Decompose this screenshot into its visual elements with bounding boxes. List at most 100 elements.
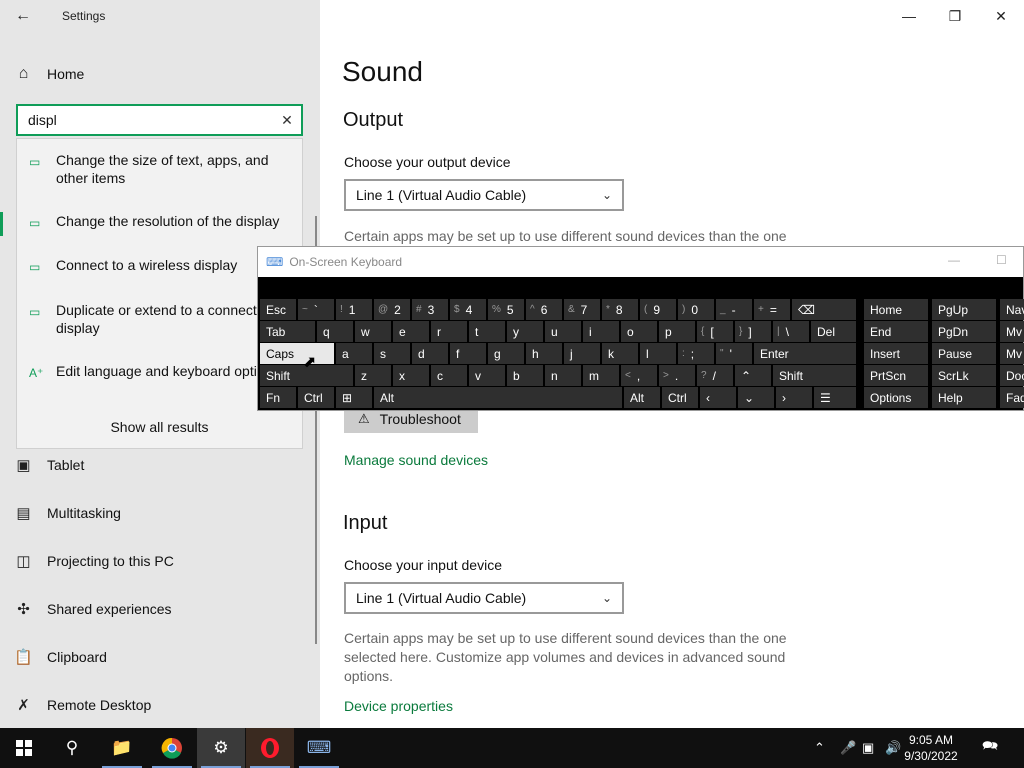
arrow-left-icon[interactable]: ‹ — [700, 387, 736, 408]
device-properties-link[interactable]: Device properties — [344, 698, 453, 714]
key[interactable]: " ' — [716, 343, 752, 364]
key[interactable]: _ - — [716, 299, 752, 320]
backspace-key[interactable]: ⌫ — [792, 299, 856, 320]
nav-shared-experiences[interactable]: ✣ Shared experiences — [0, 591, 320, 627]
windows-key-icon[interactable]: ⊞ — [336, 387, 372, 408]
input-device-select[interactable]: Line 1 (Virtual Audio Cable) ⌄ — [344, 582, 624, 614]
key-fade[interactable]: Fad — [1000, 387, 1024, 408]
key-enter[interactable]: Enter — [754, 343, 856, 364]
key[interactable]: ~ ` — [298, 299, 334, 320]
key[interactable]: ! 1 — [336, 299, 372, 320]
key[interactable]: v — [469, 365, 505, 386]
key[interactable]: t — [469, 321, 505, 342]
key-scrlk[interactable]: ScrLk — [932, 365, 996, 386]
key[interactable]: @2 — [374, 299, 410, 320]
key[interactable]: m — [583, 365, 619, 386]
notification-icon[interactable]: 🗪 — [982, 728, 998, 768]
start-button[interactable] — [0, 728, 48, 768]
key[interactable]: p — [659, 321, 695, 342]
osk-minimize-icon[interactable]: — — [948, 253, 960, 267]
key-esc[interactable]: Esc — [260, 299, 296, 320]
key[interactable]: (9 — [640, 299, 676, 320]
suggestion-item[interactable]: ▭ Change the size of text, apps, and oth… — [17, 151, 304, 187]
key[interactable]: w — [355, 321, 391, 342]
key-move-down[interactable]: Mv — [1000, 343, 1024, 364]
clock[interactable]: 9:05 AM 9/30/2022 — [896, 732, 966, 764]
key[interactable]: + = — [754, 299, 790, 320]
key[interactable]: u — [545, 321, 581, 342]
context-menu-icon[interactable]: ☰ — [814, 387, 856, 408]
key[interactable]: s — [374, 343, 410, 364]
key-fn[interactable]: Fn — [260, 387, 296, 408]
key-move-up[interactable]: Mv — [1000, 321, 1024, 342]
key-prtscn[interactable]: PrtScn — [864, 365, 928, 386]
key[interactable]: e — [393, 321, 429, 342]
suggestion-item[interactable]: ▭ Change the resolution of the display — [17, 212, 304, 230]
key[interactable]: ) 0 — [678, 299, 714, 320]
key-end[interactable]: End — [864, 321, 928, 342]
nav-clipboard[interactable]: 📋 Clipboard — [0, 639, 320, 675]
arrow-down-icon[interactable]: ⌄ — [738, 387, 774, 408]
key-pgup[interactable]: PgUp — [932, 299, 996, 320]
key-pause[interactable]: Pause — [932, 343, 996, 364]
key[interactable]: % 5 — [488, 299, 524, 320]
key[interactable]: k — [602, 343, 638, 364]
key-home[interactable]: Home — [864, 299, 928, 320]
show-all-results-link[interactable]: Show all results — [17, 419, 302, 435]
key[interactable]: n — [545, 365, 581, 386]
key[interactable]: z — [355, 365, 391, 386]
settings-gear-icon[interactable]: ⚙ — [197, 728, 245, 768]
key-alt-right[interactable]: Alt — [624, 387, 660, 408]
network-icon[interactable]: ▣ — [862, 728, 874, 768]
key[interactable]: * 8 — [602, 299, 638, 320]
key-options[interactable]: Options — [864, 387, 928, 408]
back-arrow-icon[interactable]: ← — [0, 0, 46, 32]
osk-title-bar[interactable]: ⌨ On-Screen Keyboard — ☐ — [258, 247, 1023, 277]
key[interactable]: i — [583, 321, 619, 342]
key[interactable]: q — [317, 321, 353, 342]
key[interactable]: >. — [659, 365, 695, 386]
key-ctrl-right[interactable]: Ctrl — [662, 387, 698, 408]
nav-multitasking[interactable]: ▤ Multitasking — [0, 495, 320, 531]
key-caps[interactable]: Caps — [260, 343, 334, 364]
nav-projecting[interactable]: ◫ Projecting to this PC — [0, 543, 320, 579]
key[interactable]: r — [431, 321, 467, 342]
key[interactable]: f — [450, 343, 486, 364]
osk-taskbar-icon[interactable]: ⌨ — [295, 728, 343, 768]
microphone-icon[interactable]: 🎤 — [840, 728, 856, 768]
search-input[interactable]: displ ✕ — [16, 104, 303, 136]
key-del[interactable]: Del — [811, 321, 856, 342]
key[interactable]: :; — [678, 343, 714, 364]
key[interactable]: ? / — [697, 365, 733, 386]
nav-remote-desktop[interactable]: ✗ Remote Desktop — [0, 687, 320, 723]
key[interactable]: a — [336, 343, 372, 364]
key-tab[interactable]: Tab — [260, 321, 315, 342]
close-icon[interactable]: ✕ — [978, 0, 1024, 32]
arrow-up-icon[interactable]: ⌃ — [735, 365, 771, 386]
key[interactable]: <, — [621, 365, 657, 386]
nav-tablet[interactable]: ▣ Tablet — [0, 447, 320, 483]
chrome-icon[interactable] — [148, 728, 196, 768]
output-device-select[interactable]: Line 1 (Virtual Audio Cable) ⌄ — [344, 179, 624, 211]
key[interactable]: o — [621, 321, 657, 342]
key[interactable]: l — [640, 343, 676, 364]
key-pgdn[interactable]: PgDn — [932, 321, 996, 342]
manage-sound-devices-link[interactable]: Manage sound devices — [344, 452, 488, 468]
key[interactable]: & 7 — [564, 299, 600, 320]
key-dock[interactable]: Doc — [1000, 365, 1024, 386]
arrow-right-icon[interactable]: › — [776, 387, 812, 408]
key[interactable]: b — [507, 365, 543, 386]
key[interactable]: {[ — [697, 321, 733, 342]
minimize-icon[interactable]: — — [886, 0, 932, 32]
key[interactable]: x — [393, 365, 429, 386]
key[interactable]: y — [507, 321, 543, 342]
restore-icon[interactable]: ❐ — [932, 0, 978, 32]
key[interactable]: j — [564, 343, 600, 364]
key[interactable]: d — [412, 343, 448, 364]
key-alt[interactable]: Alt — [374, 387, 622, 408]
opera-icon[interactable] — [246, 728, 294, 768]
search-icon[interactable]: ⚲ — [48, 728, 96, 768]
key-insert[interactable]: Insert — [864, 343, 928, 364]
key[interactable]: c — [431, 365, 467, 386]
key-help[interactable]: Help — [932, 387, 996, 408]
